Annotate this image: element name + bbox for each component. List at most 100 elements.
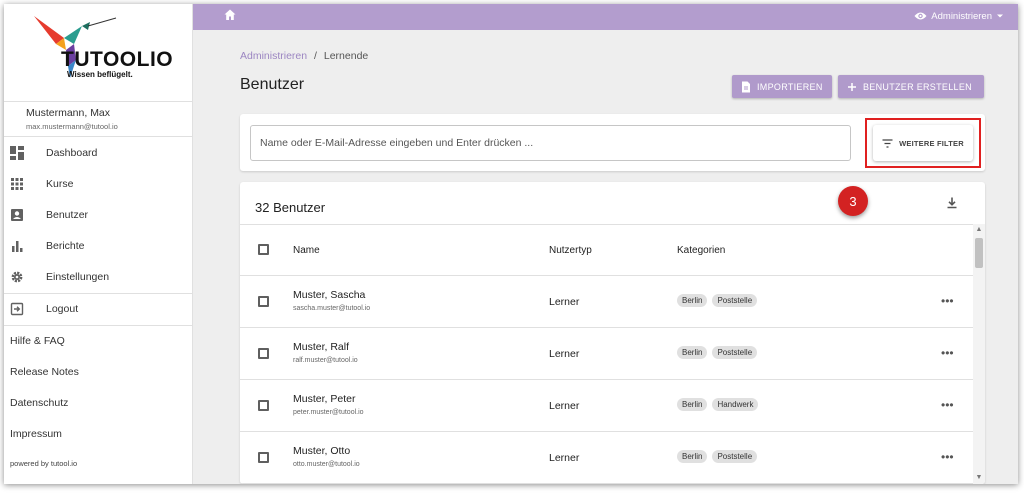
category-chip: Berlin — [677, 294, 708, 307]
row-checkbox[interactable] — [258, 400, 269, 411]
sidebar-item-kurse[interactable]: Kurse — [4, 169, 193, 199]
sidebar-item-logout[interactable]: Logout — [4, 294, 193, 324]
table-row[interactable]: Muster, Otto otto.muster@tutool.io Lerne… — [240, 432, 973, 484]
scroll-thumb[interactable] — [975, 238, 983, 268]
link-release-notes[interactable]: Release Notes — [10, 366, 79, 378]
plus-icon — [848, 82, 856, 91]
user-card-icon — [11, 209, 23, 221]
user-type-cell: Lerner — [549, 400, 580, 412]
breadcrumb-separator: / — [314, 50, 317, 62]
table-row[interactable]: Muster, Sascha sascha.muster@tutool.io L… — [240, 276, 973, 328]
powered-by: powered by tutool.io — [10, 459, 78, 468]
step-badge: 3 — [838, 186, 868, 216]
dashboard-icon — [10, 146, 24, 160]
download-icon[interactable] — [945, 196, 959, 210]
user-name-cell: Muster, Otto — [293, 445, 351, 457]
sidebar-item-label: Benutzer — [46, 209, 89, 221]
home-icon[interactable] — [223, 8, 237, 22]
scroll-up-icon[interactable]: ▲ — [975, 226, 983, 234]
sidebar-item-einstellungen[interactable]: Einstellungen — [4, 262, 193, 292]
grid-icon — [11, 178, 23, 190]
category-chip: Poststelle — [712, 450, 758, 463]
more-filters-button[interactable]: WEITERE FILTER — [873, 125, 973, 161]
select-all-checkbox[interactable] — [258, 244, 269, 255]
bar-chart-icon — [12, 241, 23, 252]
category-chips: Berlin Handwerk — [677, 398, 759, 411]
user-email-cell: otto.muster@tutool.io — [293, 461, 360, 468]
more-options-icon[interactable]: ••• — [941, 346, 954, 360]
user-type-cell: Lerner — [549, 452, 580, 464]
filter-icon — [882, 138, 893, 148]
create-user-button-label: BENUTZER ERSTELLEN — [863, 81, 972, 92]
category-chip: Berlin — [677, 346, 708, 359]
users-table-card: 32 Benutzer 3 Name Nutzertyp Kategorien … — [240, 182, 985, 484]
category-chips: Berlin Poststelle — [677, 294, 758, 307]
link-datenschutz[interactable]: Datenschutz — [10, 397, 68, 409]
category-chip: Poststelle — [712, 346, 758, 359]
more-options-icon[interactable]: ••• — [941, 294, 954, 308]
admin-menu-label: Administrieren — [931, 10, 992, 22]
eye-icon — [914, 12, 927, 20]
logout-icon — [10, 302, 24, 316]
sidebar-item-benutzer[interactable]: Benutzer — [4, 200, 193, 230]
category-chip: Poststelle — [712, 294, 758, 307]
sidebar: TUTOOLIO Wissen beflügelt. Mustermann, M… — [4, 4, 193, 484]
row-checkbox[interactable] — [258, 452, 269, 463]
breadcrumb-link-administrieren[interactable]: Administrieren — [240, 50, 307, 62]
import-button-label: IMPORTIEREN — [757, 81, 823, 92]
logo[interactable]: TUTOOLIO Wissen beflügelt. — [4, 4, 193, 100]
row-checkbox[interactable] — [258, 348, 269, 359]
chevron-down-icon — [997, 14, 1003, 18]
search-input[interactable] — [250, 125, 851, 161]
sidebar-item-label: Dashboard — [46, 147, 98, 159]
category-chip: Berlin — [677, 450, 708, 463]
more-options-icon[interactable]: ••• — [941, 450, 954, 464]
sidebar-item-dashboard[interactable]: Dashboard — [4, 138, 193, 168]
admin-menu[interactable]: Administrieren — [914, 8, 1004, 24]
table-header: Name Nutzertyp Kategorien — [240, 224, 973, 276]
user-email-cell: ralf.muster@tutool.io — [293, 357, 358, 364]
user-count: 32 Benutzer — [255, 200, 326, 215]
link-impressum[interactable]: Impressum — [10, 428, 62, 440]
user-email-cell: sascha.muster@tutool.io — [293, 305, 371, 312]
breadcrumb: Administrieren / Lernende — [240, 50, 368, 62]
create-user-button[interactable]: BENUTZER ERSTELLEN — [838, 75, 984, 98]
sidebar-item-label: Einstellungen — [46, 271, 110, 283]
link-help-faq[interactable]: Hilfe & FAQ — [10, 335, 65, 347]
user-name-cell: Muster, Ralf — [293, 341, 350, 353]
table-scrollbar[interactable]: ▲ ▼ — [973, 224, 985, 484]
user-name-cell: Muster, Sascha — [293, 289, 366, 301]
scroll-down-icon[interactable]: ▼ — [975, 474, 983, 482]
breadcrumb-current: Lernende — [323, 50, 369, 62]
topbar: Administrieren — [193, 4, 1018, 30]
user-email-cell: peter.muster@tutool.io — [293, 409, 364, 416]
user-email: max.mustermann@tutool.io — [26, 122, 118, 131]
user-name: Mustermann, Max — [26, 107, 111, 119]
sidebar-item-label: Berichte — [46, 240, 85, 252]
table-row[interactable]: Muster, Peter peter.muster@tutool.io Ler… — [240, 380, 973, 432]
column-header-categories[interactable]: Kategorien — [677, 245, 725, 256]
category-chips: Berlin Poststelle — [677, 450, 758, 463]
category-chip: Berlin — [677, 398, 708, 411]
user-profile[interactable]: Mustermann, Max max.mustermann@tutool.io — [4, 101, 193, 137]
logo-tagline: Wissen beflügelt. — [67, 70, 133, 79]
divider — [4, 325, 193, 326]
sidebar-item-label: Kurse — [46, 178, 74, 190]
column-header-type[interactable]: Nutzertyp — [549, 245, 592, 256]
user-type-cell: Lerner — [549, 296, 580, 308]
more-filters-label: WEITERE FILTER — [899, 138, 964, 148]
sidebar-item-berichte[interactable]: Berichte — [4, 231, 193, 261]
app-window: TUTOOLIO Wissen beflügelt. Mustermann, M… — [4, 4, 1018, 484]
search-card: WEITERE FILTER — [240, 114, 985, 171]
import-button[interactable]: IMPORTIEREN — [732, 75, 832, 98]
table-row[interactable]: Muster, Ralf ralf.muster@tutool.io Lerne… — [240, 328, 973, 380]
category-chips: Berlin Poststelle — [677, 346, 758, 359]
user-name-cell: Muster, Peter — [293, 393, 356, 405]
sidebar-item-label: Logout — [46, 303, 79, 315]
file-import-icon — [742, 81, 750, 92]
category-chip: Handwerk — [712, 398, 759, 411]
more-options-icon[interactable]: ••• — [941, 398, 954, 412]
column-header-name[interactable]: Name — [293, 245, 320, 256]
row-checkbox[interactable] — [258, 296, 269, 307]
page-title: Benutzer — [240, 76, 305, 93]
